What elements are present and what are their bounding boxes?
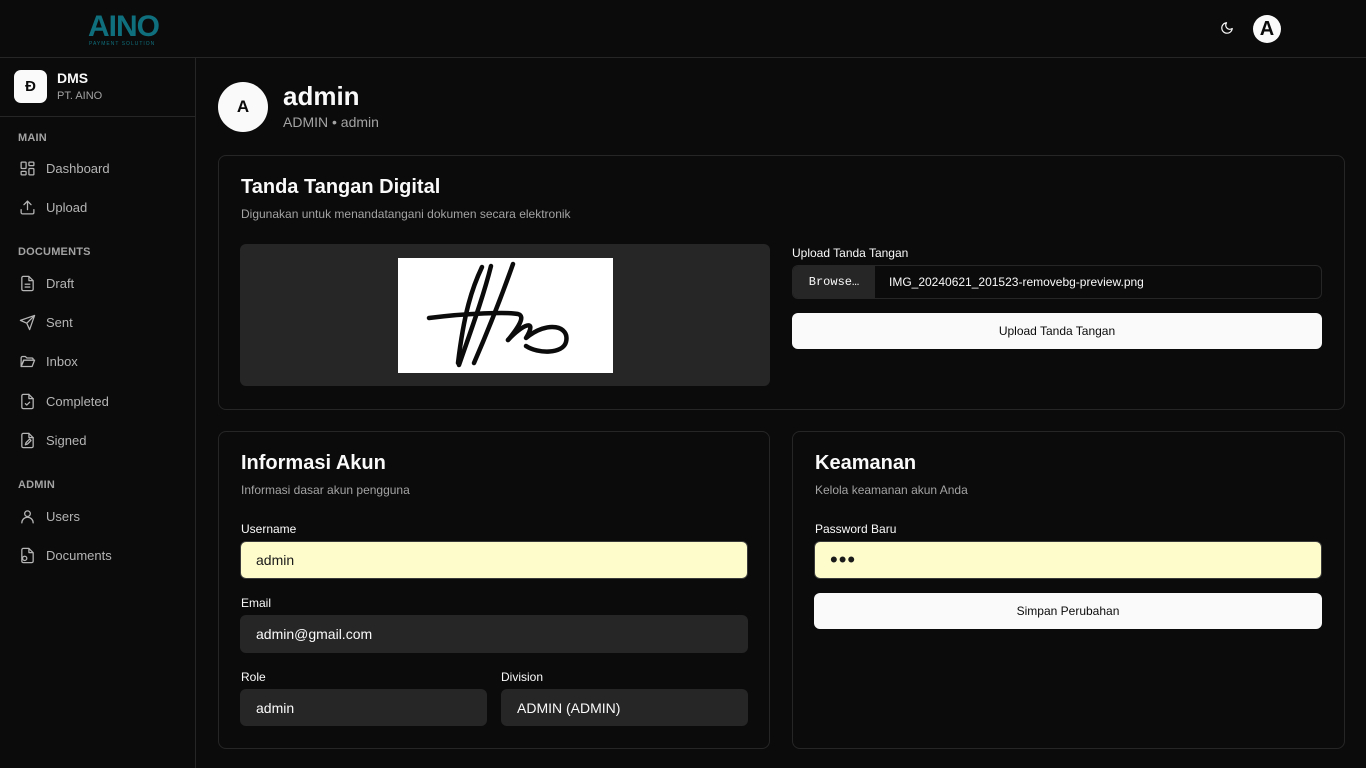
role-field[interactable]: admin bbox=[240, 689, 487, 726]
division-field[interactable]: ADMIN (ADMIN) bbox=[501, 689, 748, 726]
folder-open-icon bbox=[18, 352, 36, 370]
email-field[interactable]: admin@gmail.com bbox=[240, 615, 748, 653]
brand-logo: Đ bbox=[14, 70, 47, 103]
username-field[interactable]: admin bbox=[240, 541, 748, 579]
sidebar-item-label: Completed bbox=[46, 393, 109, 409]
sidebar-item-draft[interactable]: Draft bbox=[10, 267, 185, 299]
sidebar-brand[interactable]: Đ DMS PT. AINO bbox=[0, 58, 195, 117]
moon-icon bbox=[1221, 22, 1233, 34]
profile-avatar: A bbox=[218, 82, 268, 132]
signature-image bbox=[398, 258, 613, 373]
sidebar-item-sent[interactable]: Sent bbox=[10, 306, 185, 338]
upload-icon bbox=[18, 198, 36, 216]
sidebar-item-label: Draft bbox=[46, 275, 75, 291]
signature-card-title: Tanda Tangan Digital bbox=[241, 176, 441, 198]
brand-organization: PT. AINO bbox=[57, 90, 103, 102]
sidebar: Đ DMS PT. AINO MAIN Dashboard Upload DOC… bbox=[0, 58, 196, 768]
sidebar-item-label: Users bbox=[46, 508, 80, 524]
division-label: Division bbox=[501, 670, 544, 684]
sidebar-item-label: Sent bbox=[46, 314, 73, 330]
documents-icon bbox=[18, 546, 36, 564]
brand-name: DMS bbox=[57, 70, 89, 86]
file-check-icon bbox=[18, 392, 36, 410]
file-icon bbox=[18, 274, 36, 292]
section-label-admin: ADMIN bbox=[18, 479, 56, 491]
email-label: Email bbox=[241, 596, 272, 610]
account-card-description: Informasi dasar akun pengguna bbox=[241, 483, 410, 497]
theme-toggle-button[interactable] bbox=[1218, 19, 1236, 37]
signature-card-description: Digunakan untuk menandatangani dokumen s… bbox=[241, 207, 571, 221]
dashboard-icon bbox=[18, 159, 36, 177]
user-icon bbox=[18, 507, 36, 525]
account-card-title: Informasi Akun bbox=[241, 452, 386, 474]
security-card-title: Keamanan bbox=[815, 452, 917, 474]
user-avatar-button[interactable]: A bbox=[1253, 15, 1281, 43]
security-card-description: Kelola keamanan akun Anda bbox=[815, 483, 968, 497]
sidebar-item-label: Signed bbox=[46, 432, 87, 448]
signature-preview bbox=[240, 244, 770, 386]
send-icon bbox=[18, 313, 36, 331]
role-label: Role bbox=[241, 670, 266, 684]
section-label-main: MAIN bbox=[18, 132, 47, 144]
sidebar-item-documents[interactable]: Documents bbox=[10, 539, 185, 571]
upload-signature-button[interactable]: Upload Tanda Tangan bbox=[792, 313, 1322, 349]
sidebar-item-upload[interactable]: Upload bbox=[10, 191, 185, 223]
sidebar-item-signed[interactable]: Signed bbox=[10, 424, 185, 456]
aino-logo[interactable]: AINO PAYMENT SOLUTION bbox=[88, 10, 168, 48]
logo-wordmark: AINO bbox=[88, 10, 160, 43]
upload-signature-label: Upload Tanda Tangan bbox=[792, 246, 909, 260]
username-label: Username bbox=[241, 522, 297, 536]
sidebar-item-inbox[interactable]: Inbox bbox=[10, 345, 185, 377]
file-signature-icon bbox=[18, 431, 36, 449]
security-card bbox=[792, 431, 1345, 749]
sidebar-item-dashboard[interactable]: Dashboard bbox=[10, 152, 185, 184]
section-label-documents: DOCUMENTS bbox=[18, 246, 91, 258]
browse-button[interactable]: Browse… bbox=[793, 266, 875, 298]
new-password-field[interactable]: ••• bbox=[814, 541, 1322, 579]
sidebar-item-label: Upload bbox=[46, 199, 88, 215]
new-password-label: Password Baru bbox=[815, 522, 897, 536]
selected-file-name: IMG_20240621_201523-removebg-preview.png bbox=[889, 275, 1144, 289]
signature-file-input[interactable]: Browse… IMG_20240621_201523-removebg-pre… bbox=[792, 265, 1322, 299]
save-changes-button[interactable]: Simpan Perubahan bbox=[814, 593, 1322, 629]
sidebar-item-label: Inbox bbox=[46, 353, 78, 369]
sidebar-item-completed[interactable]: Completed bbox=[10, 385, 185, 417]
profile-subtitle: ADMIN • admin bbox=[283, 114, 379, 130]
sidebar-item-label: Documents bbox=[46, 547, 112, 563]
sidebar-item-label: Dashboard bbox=[46, 160, 110, 176]
profile-name: admin bbox=[283, 81, 360, 111]
top-bar: AINO PAYMENT SOLUTION A bbox=[0, 0, 1366, 58]
sidebar-item-users[interactable]: Users bbox=[10, 500, 185, 532]
